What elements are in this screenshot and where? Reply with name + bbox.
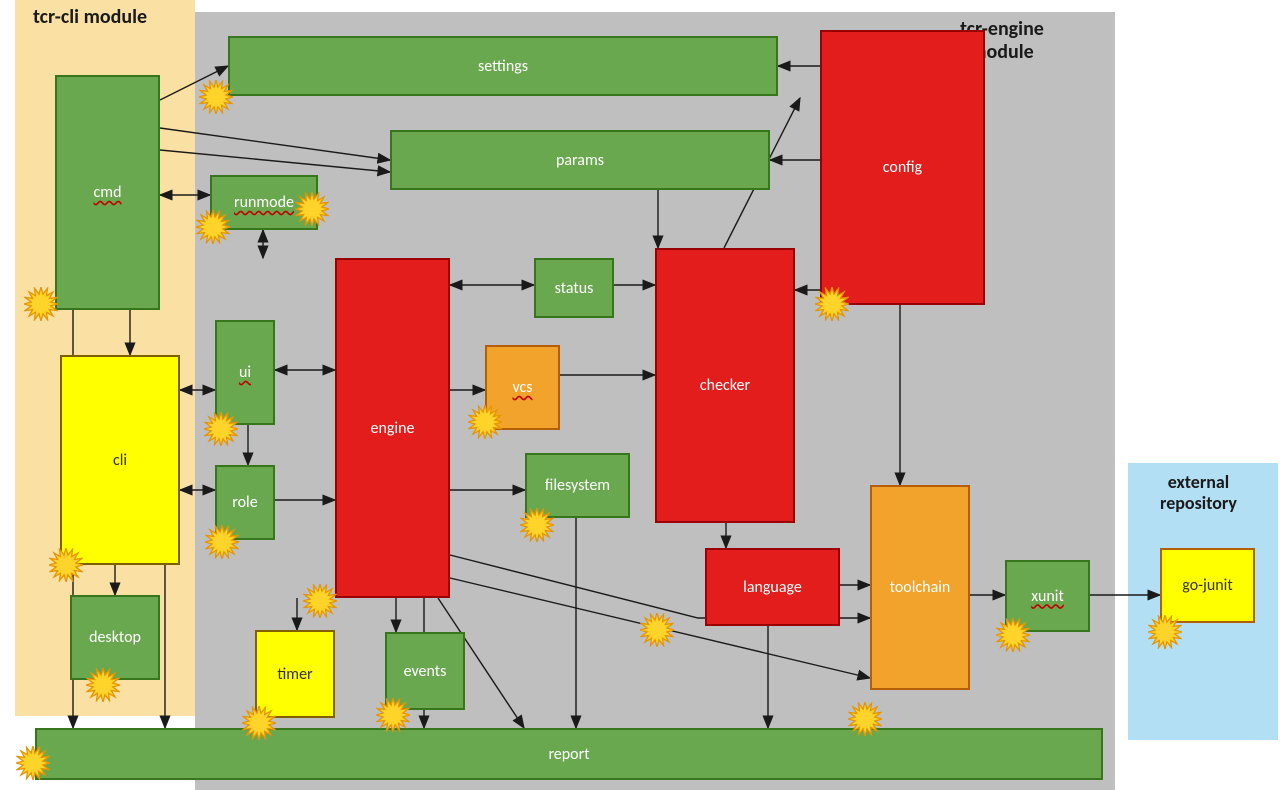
node-config: config bbox=[820, 30, 985, 305]
node-xunit: xunit bbox=[1005, 560, 1090, 632]
region-label-ext: external repository bbox=[1160, 472, 1237, 513]
node-label-engine: engine bbox=[371, 419, 415, 438]
node-label-events: events bbox=[404, 662, 447, 681]
node-label-settings: settings bbox=[478, 57, 528, 76]
node-desktop: desktop bbox=[70, 595, 160, 680]
node-label-vcs: vcs bbox=[512, 378, 532, 397]
node-vcs: vcs bbox=[485, 345, 560, 430]
node-checker: checker bbox=[655, 248, 795, 523]
node-label-config: config bbox=[883, 158, 922, 177]
node-filesystem: filesystem bbox=[525, 453, 630, 518]
node-label-gojunit: go-junit bbox=[1182, 576, 1232, 595]
node-label-xunit: xunit bbox=[1031, 587, 1064, 606]
node-gojunit: go-junit bbox=[1160, 548, 1255, 623]
node-label-timer: timer bbox=[277, 665, 312, 684]
node-report: report bbox=[35, 728, 1103, 780]
node-engine: engine bbox=[335, 258, 450, 598]
node-events: events bbox=[385, 632, 465, 710]
node-status: status bbox=[534, 258, 614, 318]
node-label-status: status bbox=[555, 279, 594, 298]
node-label-filesystem: filesystem bbox=[545, 476, 610, 495]
node-toolchain: toolchain bbox=[870, 485, 970, 690]
node-label-language: language bbox=[743, 578, 802, 597]
node-language: language bbox=[705, 548, 840, 626]
node-label-desktop: desktop bbox=[89, 628, 141, 647]
node-label-cmd: cmd bbox=[94, 183, 122, 202]
node-settings: settings bbox=[228, 36, 778, 96]
node-cmd: cmd bbox=[55, 75, 160, 310]
node-params: params bbox=[390, 130, 770, 190]
node-role: role bbox=[215, 465, 275, 540]
node-label-checker: checker bbox=[700, 376, 750, 395]
node-label-params: params bbox=[556, 151, 604, 170]
node-runmode: runmode bbox=[210, 175, 318, 230]
node-label-toolchain: toolchain bbox=[890, 578, 951, 597]
node-ui: ui bbox=[215, 320, 275, 425]
node-label-cli: cli bbox=[113, 451, 127, 470]
node-label-role: role bbox=[232, 493, 257, 512]
node-label-ui: ui bbox=[239, 363, 251, 382]
node-label-report: report bbox=[548, 745, 589, 764]
node-timer: timer bbox=[255, 630, 335, 718]
node-label-runmode: runmode bbox=[234, 193, 294, 212]
region-label-cli: tcr-cli module bbox=[33, 6, 147, 29]
node-cli: cli bbox=[60, 355, 180, 565]
